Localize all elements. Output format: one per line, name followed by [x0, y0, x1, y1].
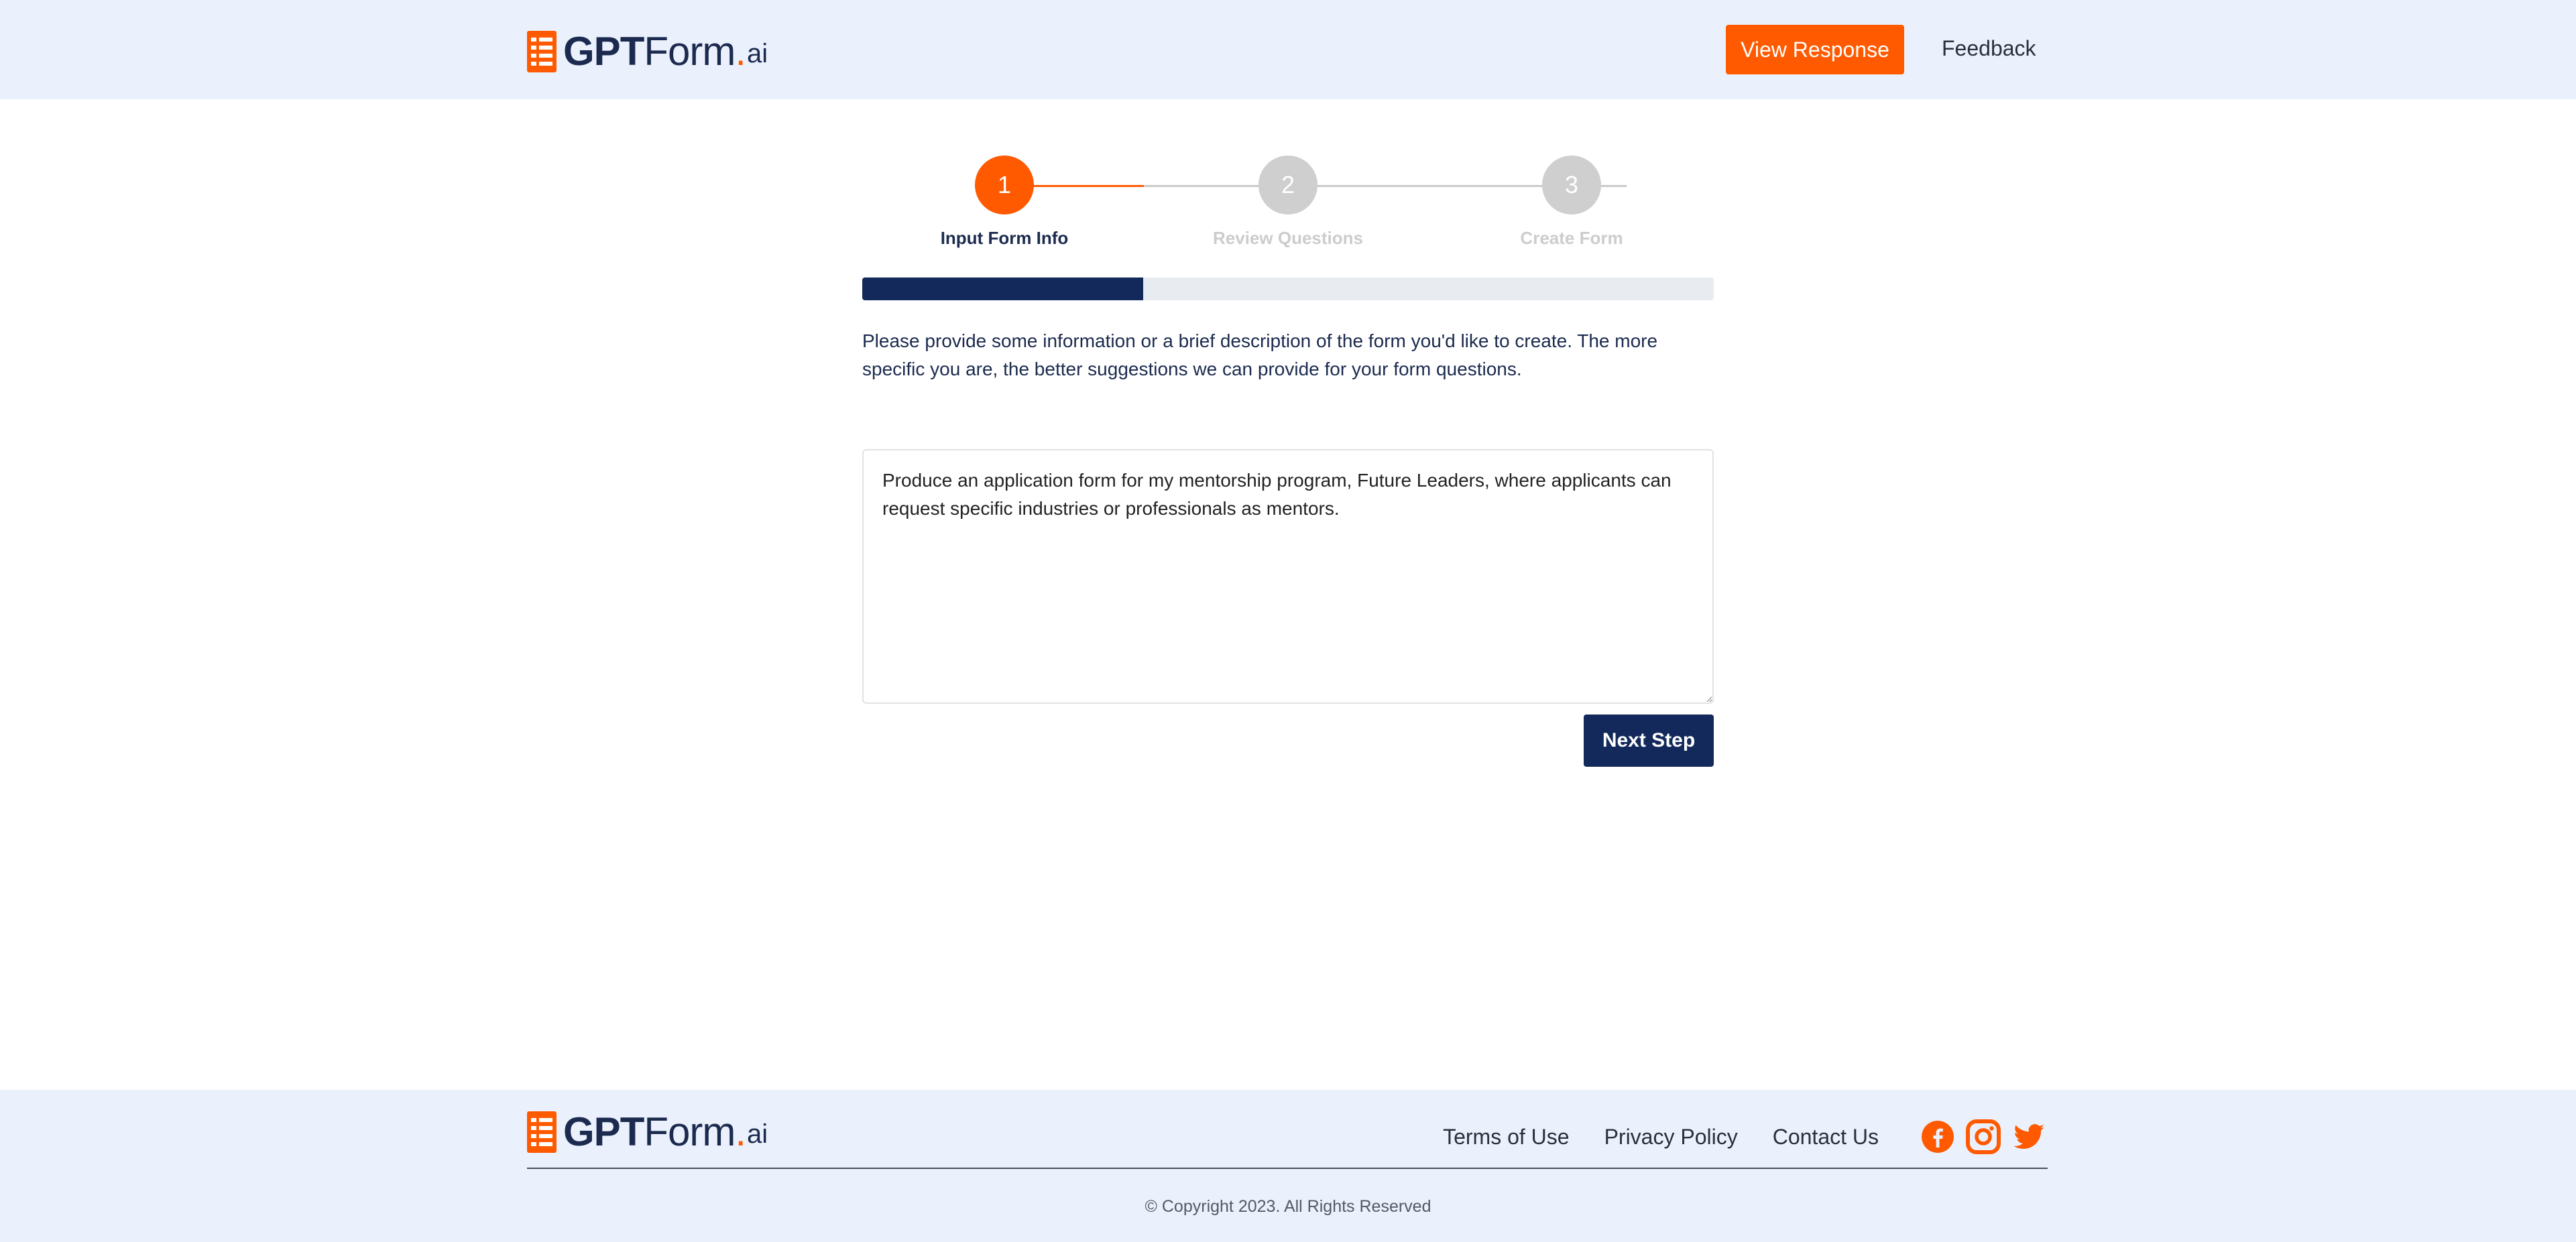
brand-dot: .: [735, 29, 746, 74]
footer-divider: [527, 1168, 2048, 1169]
contact-us-link[interactable]: Contact Us: [1773, 1125, 1879, 1150]
footer-brand-logo[interactable]: GPT Form . ai: [527, 1109, 768, 1155]
page-footer: GPT Form . ai Terms of Use Privacy Polic…: [0, 1090, 2576, 1242]
form-logo-icon: [527, 1111, 557, 1153]
top-header: GPT Form . ai View Response Feedback: [0, 0, 2576, 99]
step-2-circle: 2: [1258, 156, 1318, 214]
step-1-number: 1: [997, 171, 1012, 198]
form-logo-icon: [527, 30, 557, 72]
privacy-policy-link[interactable]: Privacy Policy: [1604, 1125, 1738, 1150]
form-description-wrapper: [862, 449, 1714, 704]
social-links: [1910, 1119, 2046, 1154]
step-connector-1: [1031, 185, 1144, 187]
step-indicator: 1 2 3 Input Form Info Review Questions C…: [862, 156, 1714, 256]
step-1-circle: 1: [975, 156, 1034, 214]
feedback-link[interactable]: Feedback: [1942, 36, 2036, 61]
step-2-number: 2: [1281, 171, 1295, 198]
step-2-label: Review Questions: [1213, 228, 1363, 248]
view-response-button[interactable]: View Response: [1726, 25, 1904, 74]
brand-suffix: ai: [747, 1119, 768, 1149]
instagram-icon[interactable]: [1966, 1119, 2001, 1154]
next-step-button[interactable]: Next Step: [1584, 715, 1714, 767]
step-1-label: Input Form Info: [940, 228, 1069, 248]
step-3-label: Create Form: [1520, 228, 1623, 248]
brand-name-bold: GPT: [563, 29, 644, 74]
twitter-icon[interactable]: [2011, 1119, 2046, 1154]
brand-logo[interactable]: GPT Form . ai: [527, 28, 768, 74]
copyright-text: © Copyright 2023. All Rights Reserved: [1145, 1197, 1431, 1216]
footer-nav: Terms of Use Privacy Policy Contact Us: [1408, 1119, 2046, 1154]
facebook-icon[interactable]: [1920, 1119, 1955, 1154]
brand-suffix: ai: [747, 39, 768, 68]
instructions-text: Please provide some information or a bri…: [862, 330, 1658, 379]
form-description-input[interactable]: [862, 449, 1714, 704]
brand-name-bold: GPT: [563, 1109, 644, 1154]
step-3-number: 3: [1564, 171, 1579, 198]
brand-name-regular: Form: [644, 29, 736, 74]
terms-of-use-link[interactable]: Terms of Use: [1443, 1125, 1569, 1150]
brand-dot: .: [735, 1109, 746, 1154]
progress-fill: [862, 277, 1144, 300]
brand-name-regular: Form: [644, 1109, 736, 1154]
progress-bar: [862, 277, 1714, 300]
step-3-circle: 3: [1542, 156, 1601, 214]
